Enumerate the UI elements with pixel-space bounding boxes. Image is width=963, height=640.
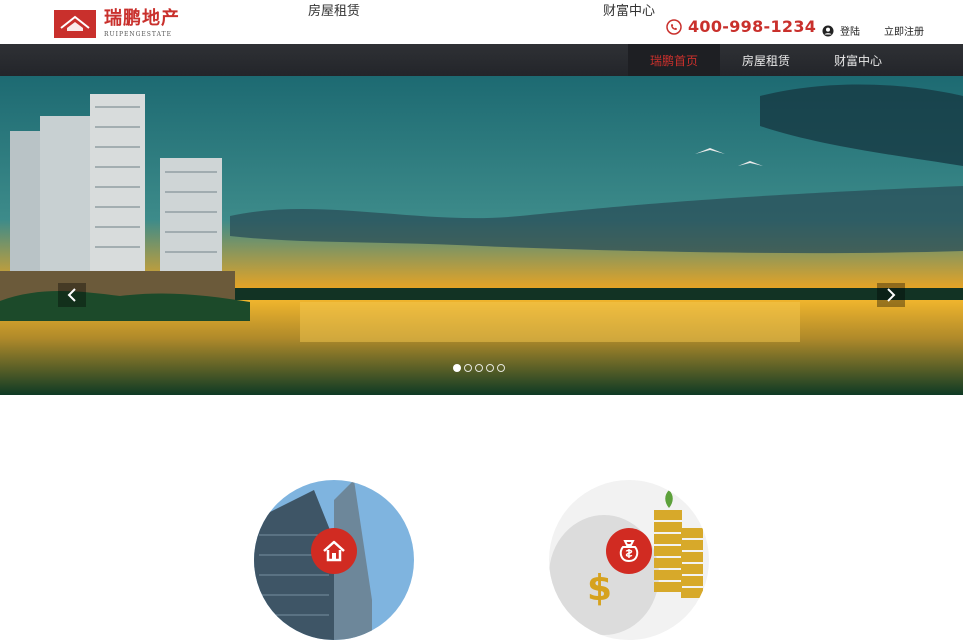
carousel-indicators (453, 364, 505, 372)
svg-text:$: $ (587, 568, 612, 609)
hotline-number: 400-998-1234 (688, 17, 817, 36)
carousel-dot[interactable] (464, 364, 472, 372)
hotline: 400-998-1234 (666, 17, 816, 36)
login-link[interactable]: 登陆 (822, 23, 860, 38)
chevron-left-icon (67, 288, 76, 302)
phone-icon (666, 18, 682, 35)
carousel-dot[interactable] (475, 364, 483, 372)
money-bag-icon (606, 528, 652, 574)
main-nav: 瑞鹏首页 房屋租赁 财富中心 (0, 44, 963, 76)
site-header: 瑞鹏地产 RUIPENGESTATE 400-998-1234 登陆 立即注册 (0, 0, 963, 44)
carousel-next-button[interactable] (877, 283, 905, 307)
carousel-dot[interactable] (486, 364, 494, 372)
hero-banner (0, 76, 963, 395)
brand-name: 瑞鹏地产 (104, 8, 180, 29)
nav-item-home[interactable]: 瑞鹏首页 (628, 44, 720, 76)
carousel-dot[interactable] (497, 364, 505, 372)
rental-image[interactable] (254, 480, 414, 640)
hero-image (0, 76, 963, 395)
brand-logo[interactable]: 瑞鹏地产 RUIPENGESTATE (54, 8, 214, 40)
login-label: 登陆 (840, 27, 860, 38)
logo-mark (54, 10, 96, 38)
carousel-dot[interactable] (453, 364, 461, 372)
nav-item-wealth[interactable]: 财富中心 (812, 44, 904, 76)
wealth-image[interactable]: $ (549, 480, 709, 640)
house-icon (311, 528, 357, 574)
nav-item-rental[interactable]: 房屋租赁 (720, 44, 812, 76)
section-title-wealth[interactable]: 财富中心 (549, 0, 709, 19)
brand-english-name: RUIPENGESTATE (104, 31, 172, 38)
section-title-rental[interactable]: 房屋租赁 (254, 0, 414, 19)
register-link[interactable]: 立即注册 (884, 23, 924, 38)
carousel-prev-button[interactable] (58, 283, 86, 307)
user-icon (822, 25, 834, 36)
chevron-right-icon (887, 288, 896, 302)
